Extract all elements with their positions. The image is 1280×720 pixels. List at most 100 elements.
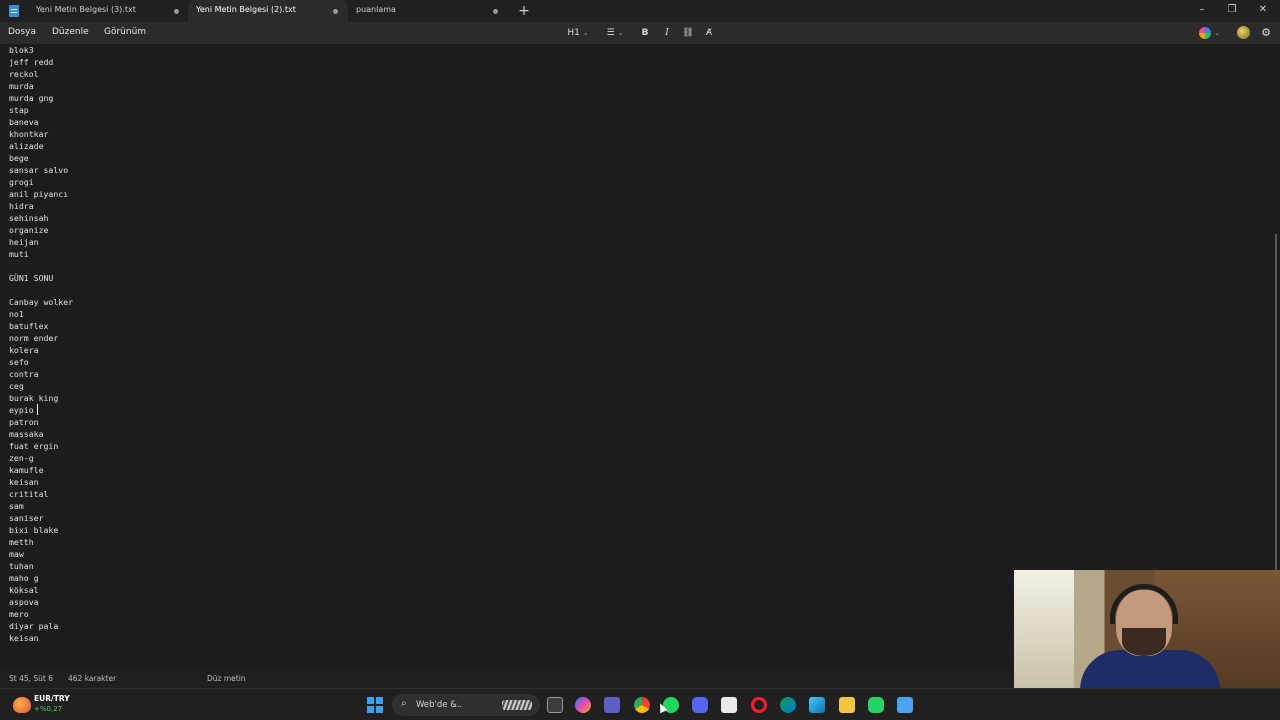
link-icon[interactable]: ⛓	[681, 25, 695, 41]
text-line: sehinsah	[9, 213, 49, 223]
text-line: alizade	[9, 141, 44, 151]
search-text: Web'de &..	[416, 700, 463, 710]
new-tab-button[interactable]: +	[517, 3, 531, 19]
chevron-down-icon[interactable]: ⌄	[1212, 25, 1222, 41]
italic-button[interactable]: I	[660, 25, 674, 41]
task-view-icon[interactable]	[547, 697, 563, 713]
search-highlight-icon	[502, 700, 532, 710]
text-line: organize	[9, 225, 49, 235]
heading-dropdown[interactable]: H1 ⌄	[565, 25, 591, 41]
vertical-scrollbar[interactable]	[1275, 234, 1277, 614]
text-line: maho g	[9, 573, 39, 583]
text-line: patron	[9, 417, 39, 427]
search-icon: ⌕	[401, 698, 407, 709]
unsaved-dot-icon[interactable]	[493, 9, 498, 14]
bold-button[interactable]: B	[638, 25, 652, 41]
text-line: eypio	[9, 405, 34, 415]
text-line: kolera	[9, 345, 39, 355]
teams-icon[interactable]	[604, 697, 620, 713]
clear-format-icon[interactable]: A̸	[702, 25, 716, 41]
menu-bar: Dosya Düzenle Görünüm H1 ⌄ ☰ ⌄ B I ⛓ A̸ …	[0, 22, 1280, 44]
document-lines: blok3 jeff redd reckol murda murda gng stap ba…	[9, 44, 73, 644]
edge-icon[interactable]	[780, 697, 796, 713]
fx-label[interactable]: EUR/TRY	[34, 694, 70, 703]
text-format[interactable]: Düz metin	[207, 674, 246, 683]
text-line: grogi	[9, 177, 34, 187]
chevron-down-icon: ⌄	[617, 29, 624, 37]
list-dropdown[interactable]: ☰ ⌄	[602, 25, 628, 41]
whatsapp-icon[interactable]	[868, 697, 884, 713]
close-button[interactable]: ✕	[1256, 3, 1270, 17]
text-line	[9, 284, 73, 296]
menu-gorunum[interactable]: Görünüm	[104, 27, 146, 37]
settings-icon[interactable]: ⚙	[1259, 25, 1273, 41]
copilot-icon[interactable]	[1199, 27, 1211, 39]
start-icon[interactable]	[367, 697, 383, 713]
taskbar: EUR/TRY +%0,27 ⌕ Web'de &..	[0, 688, 1280, 720]
tab-puanlama[interactable]: puanlama	[348, 0, 508, 22]
text-line: critital	[9, 489, 49, 499]
fx-widget-icon[interactable]	[13, 697, 31, 713]
text-line: bixi blake	[9, 525, 59, 535]
text-line: keisan	[9, 477, 39, 487]
text-line: maw	[9, 549, 24, 559]
text-line: reckol	[9, 69, 39, 79]
file-explorer-icon[interactable]	[839, 697, 855, 713]
list-icon: ☰	[606, 28, 615, 38]
text-line: köksal	[9, 585, 39, 595]
account-icon[interactable]	[1237, 26, 1250, 39]
snipping-tool-icon[interactable]	[721, 697, 737, 713]
text-line: keisan	[9, 633, 39, 643]
text-line: khontkar	[9, 129, 49, 139]
text-line: jeff redd	[9, 57, 54, 67]
text-line: heijan	[9, 237, 39, 247]
text-line: hidra	[9, 201, 34, 211]
text-line: mero	[9, 609, 29, 619]
text-line: contra	[9, 369, 39, 379]
text-line: anil piyancı	[9, 189, 69, 199]
title-bar: Yeni Metin Belgesi (3).txt Yeni Metin Be…	[0, 0, 1280, 22]
text-line: zen-g	[9, 453, 34, 463]
copilot-app-icon[interactable]	[575, 697, 591, 713]
heading-label: H1	[567, 28, 580, 38]
text-line: murda gng	[9, 93, 54, 103]
text-line: aspova	[9, 597, 39, 607]
text-line: Canbay wolker	[9, 297, 74, 307]
text-line	[9, 260, 73, 272]
chrome-icon[interactable]	[634, 697, 650, 713]
tab-yeni-metin-belgesi-2[interactable]: Yeni Metin Belgesi (2).txt	[188, 0, 348, 22]
text-line: massaka	[9, 429, 44, 439]
text-line: diyar pala	[9, 621, 59, 631]
discord-icon[interactable]	[692, 697, 708, 713]
webcam-background	[1014, 570, 1074, 688]
tab-yeni-metin-belgesi-3[interactable]: Yeni Metin Belgesi (3).txt	[28, 0, 188, 22]
text-line: muti	[9, 249, 29, 259]
text-line: GÜN1 SONU	[9, 273, 54, 283]
text-line: burak king	[9, 393, 59, 403]
opera-icon[interactable]	[751, 697, 767, 713]
unsaved-dot-icon[interactable]	[333, 9, 338, 14]
webcam-overlay	[1014, 570, 1280, 688]
text-line: stap	[9, 105, 29, 115]
text-line: saniser	[9, 513, 44, 523]
menu-dosya[interactable]: Dosya	[8, 27, 36, 37]
menu-duzenle[interactable]: Düzenle	[52, 27, 89, 37]
paint-icon[interactable]	[809, 697, 825, 713]
taskbar-search[interactable]: ⌕ Web'de &..	[392, 694, 540, 716]
notepad-icon[interactable]	[897, 697, 913, 713]
text-line: no1	[9, 309, 24, 319]
tab-label: Yeni Metin Belgesi (3).txt	[36, 5, 136, 14]
text-line: tuhan	[9, 561, 34, 571]
maximize-button[interactable]: ❐	[1225, 3, 1239, 17]
minimize-button[interactable]: –	[1195, 3, 1209, 17]
text-line: norm ender	[9, 333, 59, 343]
webcam-person-beard	[1122, 628, 1166, 656]
unsaved-dot-icon[interactable]	[174, 9, 179, 14]
text-line: ceg	[9, 381, 24, 391]
text-caret	[37, 404, 38, 415]
chevron-down-icon: ⌄	[582, 29, 589, 37]
text-line: baneva	[9, 117, 39, 127]
fx-change: +%0,27	[34, 705, 63, 713]
text-line: batuflex	[9, 321, 49, 331]
character-count: 462 karakter	[68, 674, 117, 683]
